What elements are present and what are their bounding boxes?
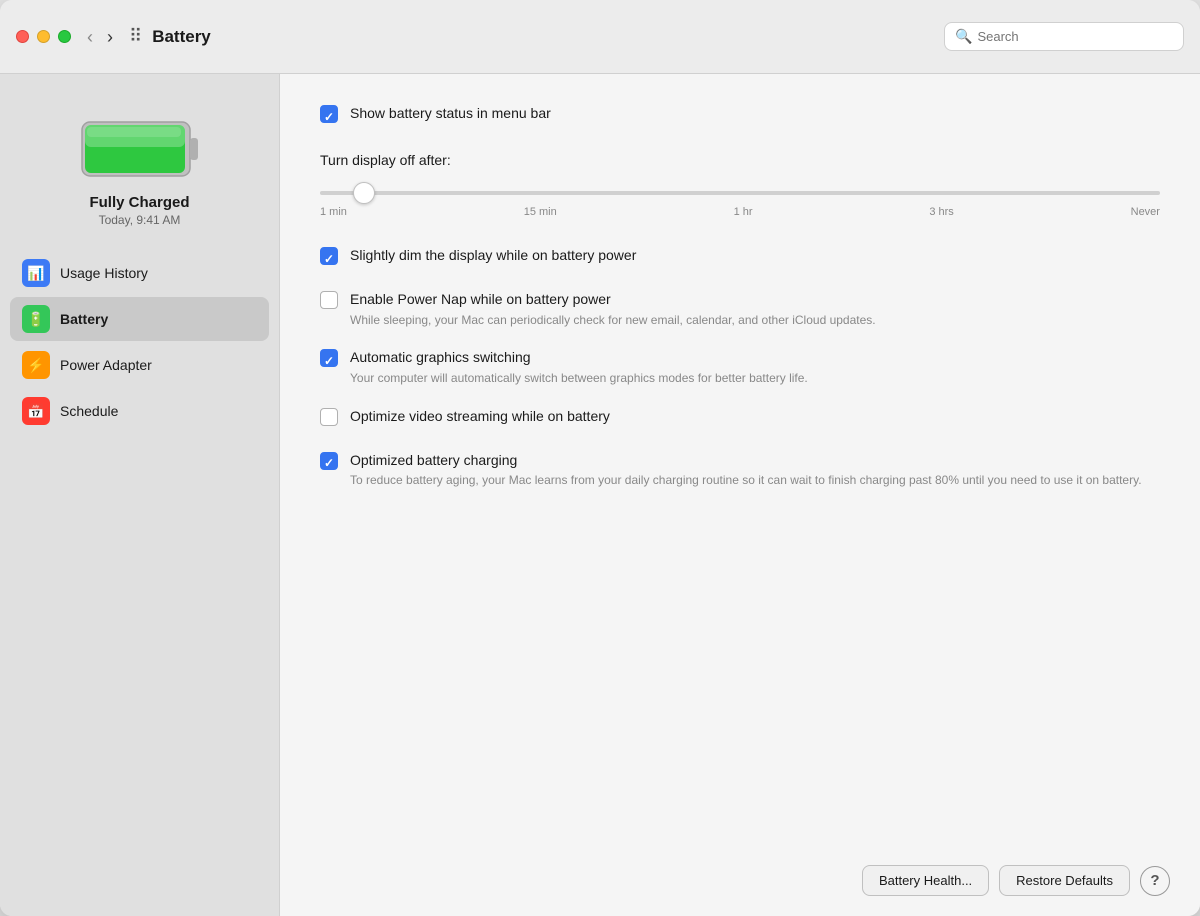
traffic-lights [16, 30, 71, 43]
search-input[interactable] [977, 29, 1173, 44]
auto-graphics-label-group: Automatic graphics switching Your comput… [350, 348, 1160, 386]
show-battery-label-group: Show battery status in menu bar [350, 104, 1160, 124]
sidebar-item-battery[interactable]: 🔋 Battery [10, 297, 269, 341]
power-nap-checkbox[interactable] [320, 291, 338, 309]
search-icon: 🔍 [955, 28, 972, 45]
battery-health-button[interactable]: Battery Health... [862, 865, 989, 896]
battery-status: Fully Charged [89, 194, 189, 211]
optimized-charging-label[interactable]: Optimized battery charging [350, 452, 517, 468]
optimized-charging-checkbox[interactable] [320, 452, 338, 470]
optimized-charging-row: Optimized battery charging To reduce bat… [320, 451, 1160, 489]
slightly-dim-row: Slightly dim the display while on batter… [320, 246, 1160, 270]
sidebar-item-usage-history[interactable]: 📊 Usage History [10, 251, 269, 295]
slightly-dim-checkbox-wrapper [320, 247, 338, 270]
power-adapter-icon: ⚡ [22, 351, 50, 379]
power-nap-label[interactable]: Enable Power Nap while on battery power [350, 291, 611, 307]
battery-label: Battery [60, 311, 108, 327]
show-battery-checkbox[interactable] [320, 105, 338, 123]
auto-graphics-checkbox[interactable] [320, 349, 338, 367]
display-off-label: Turn display off after: [320, 152, 1160, 168]
bottom-bar: Battery Health... Restore Defaults ? [862, 865, 1170, 896]
sidebar-nav: 📊 Usage History 🔋 Battery ⚡ Power Adapte… [10, 251, 269, 435]
slightly-dim-label-group: Slightly dim the display while on batter… [350, 246, 1160, 266]
auto-graphics-checkbox-wrapper [320, 349, 338, 372]
slider-label-15min: 15 min [524, 206, 557, 218]
slider-label-1hr: 1 hr [734, 206, 753, 218]
optimize-video-row: Optimize video streaming while on batter… [320, 407, 1160, 431]
search-bar: 🔍 [944, 22, 1184, 51]
optimize-video-label[interactable]: Optimize video streaming while on batter… [350, 408, 610, 424]
power-nap-checkbox-wrapper [320, 291, 338, 314]
slider-label-3hrs: 3 hrs [929, 206, 953, 218]
optimized-charging-description: To reduce battery aging, your Mac learns… [350, 472, 1160, 489]
show-battery-status-row: Show battery status in menu bar [320, 104, 1160, 128]
main-content: Fully Charged Today, 9:41 AM 📊 Usage His… [0, 74, 1200, 916]
optimized-charging-checkbox-wrapper [320, 452, 338, 475]
power-nap-row: Enable Power Nap while on battery power … [320, 290, 1160, 328]
battery-icon: 🔋 [22, 305, 50, 333]
battery-image [80, 114, 200, 184]
slightly-dim-label[interactable]: Slightly dim the display while on batter… [350, 247, 636, 263]
show-battery-label[interactable]: Show battery status in menu bar [350, 105, 551, 121]
slightly-dim-checkbox[interactable] [320, 247, 338, 265]
usage-history-label: Usage History [60, 265, 148, 281]
titlebar: ‹ › ⠿ Battery 🔍 [0, 0, 1200, 74]
right-panel: Show battery status in menu bar Turn dis… [280, 74, 1200, 916]
power-nap-description: While sleeping, your Mac can periodicall… [350, 312, 1160, 329]
sidebar: Fully Charged Today, 9:41 AM 📊 Usage His… [0, 74, 280, 916]
close-button[interactable] [16, 30, 29, 43]
power-adapter-label: Power Adapter [60, 357, 152, 373]
nav-arrows: ‹ › [83, 26, 117, 48]
slider-labels: 1 min 15 min 1 hr 3 hrs Never [320, 206, 1160, 218]
grid-icon: ⠿ [129, 26, 142, 47]
slider-label-1min: 1 min [320, 206, 347, 218]
auto-graphics-label[interactable]: Automatic graphics switching [350, 349, 531, 365]
display-off-slider[interactable] [320, 191, 1160, 195]
display-off-section: Turn display off after: 1 min 15 min 1 h… [320, 152, 1160, 218]
auto-graphics-description: Your computer will automatically switch … [350, 370, 1160, 387]
restore-defaults-button[interactable]: Restore Defaults [999, 865, 1130, 896]
forward-button[interactable]: › [103, 26, 117, 48]
slider-label-never: Never [1131, 206, 1160, 218]
optimize-video-checkbox-wrapper [320, 408, 338, 431]
maximize-button[interactable] [58, 30, 71, 43]
main-window: ‹ › ⠿ Battery 🔍 [0, 0, 1200, 916]
sidebar-item-power-adapter[interactable]: ⚡ Power Adapter [10, 343, 269, 387]
show-battery-checkbox-wrapper [320, 105, 338, 128]
auto-graphics-row: Automatic graphics switching Your comput… [320, 348, 1160, 386]
help-button[interactable]: ? [1140, 866, 1170, 896]
power-nap-label-group: Enable Power Nap while on battery power … [350, 290, 1160, 328]
optimized-charging-label-group: Optimized battery charging To reduce bat… [350, 451, 1160, 489]
page-title: Battery [152, 27, 944, 47]
back-button[interactable]: ‹ [83, 26, 97, 48]
usage-history-icon: 📊 [22, 259, 50, 287]
minimize-button[interactable] [37, 30, 50, 43]
schedule-icon: 📅 [22, 397, 50, 425]
sidebar-item-schedule[interactable]: 📅 Schedule [10, 389, 269, 433]
battery-time: Today, 9:41 AM [99, 213, 181, 227]
optimize-video-checkbox[interactable] [320, 408, 338, 426]
battery-graphic-container [80, 114, 200, 184]
optimize-video-label-group: Optimize video streaming while on batter… [350, 407, 1160, 427]
schedule-label: Schedule [60, 403, 118, 419]
